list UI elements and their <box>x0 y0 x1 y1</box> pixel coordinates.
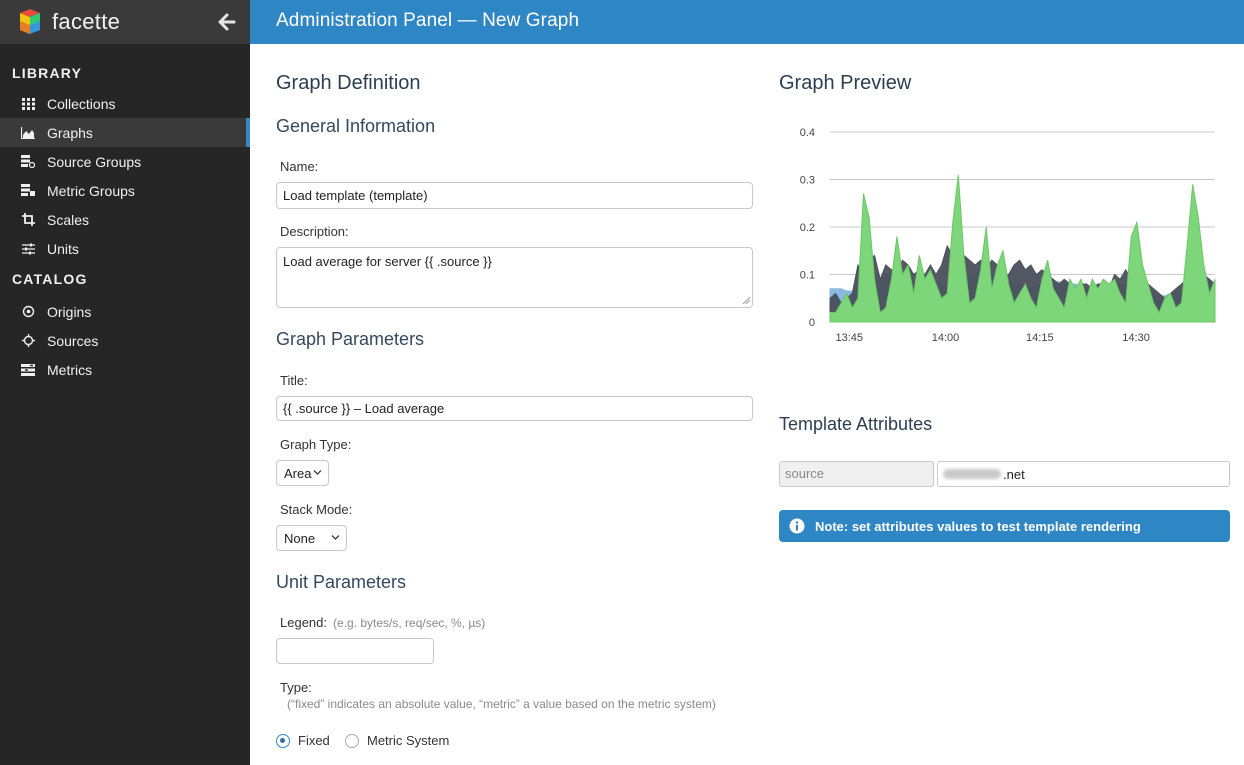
x-tick-label: 14:30 <box>1122 332 1150 344</box>
facette-logo-icon[interactable] <box>16 8 44 36</box>
attribute-key-field: source <box>779 461 934 487</box>
sidebar-item-label: Collections <box>47 95 116 112</box>
type-label: Type: <box>280 680 312 695</box>
type-fixed-radio[interactable]: Fixed <box>276 733 330 748</box>
brand-bar: facette <box>0 0 250 44</box>
attribute-value-input[interactable]: .net <box>937 461 1230 487</box>
title-label: Title: <box>280 373 308 388</box>
sidebar-item-label: Metric Groups <box>47 182 135 199</box>
collapse-sidebar-icon[interactable] <box>218 12 236 32</box>
list-icon <box>21 363 35 377</box>
radio-checked-icon <box>276 733 290 748</box>
unit-parameters-heading: Unit Parameters <box>276 572 407 592</box>
template-attributes-heading: Template Attributes <box>779 414 933 434</box>
sidebar-item-metrics[interactable]: Metrics <box>0 355 250 384</box>
type-hint: (“fixed” indicates an absolute value, “m… <box>287 697 716 711</box>
graph-type-label: Graph Type: <box>280 437 352 452</box>
crop-icon <box>21 213 35 227</box>
chevron-down-icon <box>331 535 340 540</box>
radio-unchecked-icon <box>345 733 359 748</box>
top-header: Administration Panel — New Graph <box>250 0 1244 44</box>
graph-type-select[interactable]: Area <box>276 460 329 486</box>
stack-mode-value: None <box>284 530 316 546</box>
sidebar-item-label: Graphs <box>47 124 93 141</box>
title-input[interactable] <box>276 396 753 421</box>
sidebar-item-collections[interactable]: Collections <box>0 89 250 118</box>
sidebar-item-metric-groups[interactable]: Metric Groups <box>0 176 250 205</box>
attribute-value-suffix: .net <box>1003 466 1025 482</box>
crosshair-icon <box>21 334 35 348</box>
sidebar-item-scales[interactable]: Scales <box>0 205 250 234</box>
chevron-down-icon <box>313 470 322 475</box>
x-tick-label: 14:00 <box>932 332 960 344</box>
sidebar-item-source-groups[interactable]: Source Groups <box>0 147 250 176</box>
description-label: Description: <box>280 224 349 239</box>
sidebar-item-origins[interactable]: Origins <box>0 297 250 326</box>
legend-hint: (e.g. bytes/s, req/sec, %, µs) <box>333 616 486 630</box>
description-textarea[interactable]: Load average for server {{ .source }} <box>276 247 753 308</box>
brand-name: facette <box>52 9 121 34</box>
template-note-banner: Note: set attributes values to test temp… <box>779 510 1230 542</box>
metric-groups-icon <box>21 184 35 198</box>
stack-mode-label: Stack Mode: <box>280 502 353 517</box>
sidebar-item-label: Sources <box>47 332 99 349</box>
name-label: Name: <box>280 159 319 174</box>
graph-preview-chart: 0 0.1 0.2 0.3 0.4 13:45 14:00 14:15 14:30 <box>800 127 1216 344</box>
note-text: Note: set attributes values to test temp… <box>815 518 1141 534</box>
stack-mode-select[interactable]: None <box>276 525 347 551</box>
resize-grip-icon[interactable] <box>742 296 751 305</box>
sidebar-item-label: Scales <box>47 211 90 228</box>
graph-preview-heading: Graph Preview <box>779 72 912 94</box>
general-information-heading: General Information <box>276 116 436 136</box>
sidebar-item-label: Source Groups <box>47 153 142 170</box>
sidebar-item-label: Origins <box>47 303 92 320</box>
info-icon <box>789 518 805 534</box>
sliders-icon <box>21 242 35 256</box>
legend-input[interactable] <box>276 638 434 664</box>
sidebar-item-graphs[interactable]: Graphs <box>0 118 250 147</box>
sidebar-item-units[interactable]: Units <box>0 234 250 263</box>
type-metric-radio[interactable]: Metric System <box>345 733 449 748</box>
source-groups-icon <box>21 155 35 169</box>
y-tick-label: 0 <box>809 317 815 329</box>
sidebar: facette LIBRARY Collections Graphs Sourc… <box>0 0 250 765</box>
name-input[interactable] <box>276 182 753 209</box>
graph-type-value: Area <box>284 465 312 481</box>
sidebar-item-label: Units <box>47 240 79 257</box>
area-chart-icon <box>21 126 35 140</box>
sidebar-item-sources[interactable]: Sources <box>0 326 250 355</box>
y-tick-label: 0.3 <box>800 175 815 187</box>
library-section-title: LIBRARY <box>12 65 83 81</box>
legend-label: Legend: <box>280 615 327 630</box>
radio-label: Metric System <box>367 733 450 748</box>
x-tick-label: 14:15 <box>1026 332 1054 344</box>
radio-label: Fixed <box>298 733 330 748</box>
catalog-section-title: CATALOG <box>12 271 88 287</box>
target-icon <box>21 305 35 319</box>
x-tick-label: 13:45 <box>835 332 863 344</box>
graph-parameters-heading: Graph Parameters <box>276 329 425 349</box>
page-title: Administration Panel — New Graph <box>276 10 580 31</box>
y-tick-label: 0.4 <box>800 127 815 139</box>
grid-icon <box>21 97 35 111</box>
redacted-hostname <box>943 469 1001 479</box>
y-tick-label: 0.1 <box>800 270 815 282</box>
y-tick-label: 0.2 <box>800 222 815 234</box>
sidebar-item-label: Metrics <box>47 361 93 378</box>
graph-definition-heading: Graph Definition <box>276 72 421 94</box>
